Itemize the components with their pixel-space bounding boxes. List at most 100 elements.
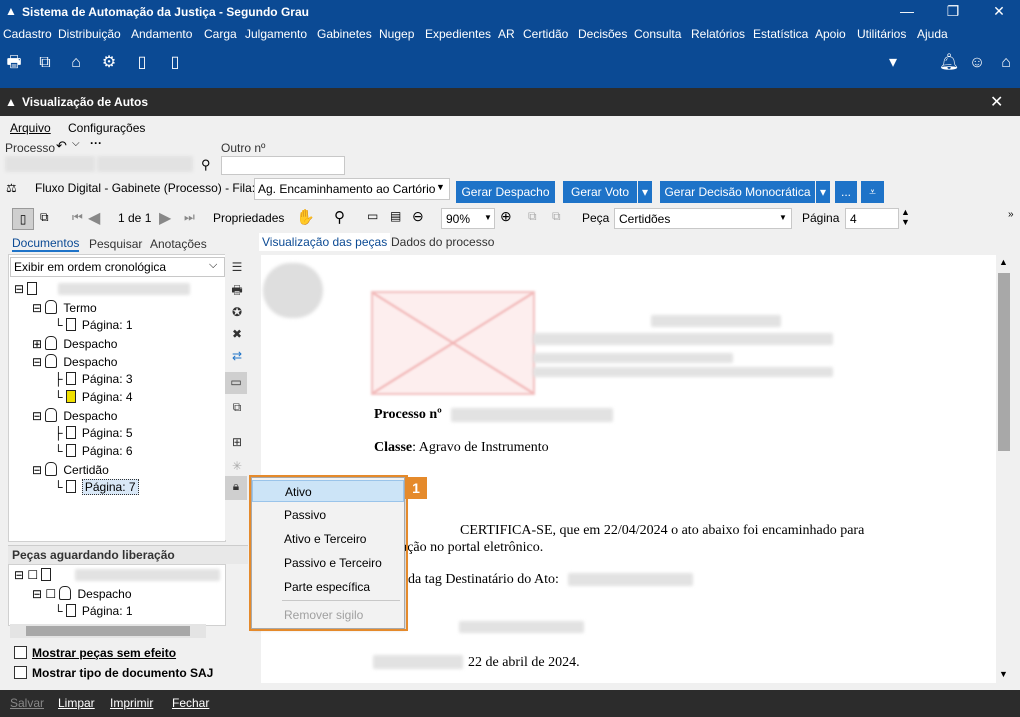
paste-icon[interactable]: ⧉ bbox=[552, 209, 561, 224]
menu-arquivo[interactable]: Arquivo bbox=[10, 121, 51, 135]
order-select[interactable]: Exibir em ordem cronológica ⌵ bbox=[10, 257, 225, 277]
menu-ar[interactable]: AR bbox=[498, 27, 515, 41]
tree-item-p4[interactable]: └ Página: 4 bbox=[54, 390, 133, 404]
pagina-input[interactable]: 4 bbox=[845, 208, 899, 229]
menu-andamento[interactable]: Andamento bbox=[131, 27, 192, 41]
lock-icon[interactable]: 🔒︎ bbox=[225, 476, 247, 500]
menu-apoio[interactable]: Apoio bbox=[815, 27, 846, 41]
checkbox[interactable] bbox=[14, 666, 27, 679]
menu-utilitarios[interactable]: Utilitários bbox=[857, 27, 906, 41]
menu-julgamento[interactable]: Julgamento bbox=[245, 27, 307, 41]
menu-consulta[interactable]: Consulta bbox=[634, 27, 681, 41]
maximize-button[interactable]: ❐ bbox=[930, 0, 976, 24]
tab-dados[interactable]: Dados do processo bbox=[391, 235, 494, 249]
option-tipo-doc[interactable]: Mostrar tipo de documento SAJ bbox=[14, 666, 213, 680]
menu-cadastro[interactable]: Cadastro bbox=[3, 27, 52, 41]
horizontal-scrollbar[interactable] bbox=[10, 624, 206, 638]
tree-view-icon[interactable]: ☰ bbox=[227, 257, 247, 277]
certificate-icon[interactable]: ✪ bbox=[227, 302, 247, 322]
zoom-select[interactable]: 90% ▼ bbox=[441, 208, 495, 229]
document-icon[interactable]: ▯ bbox=[131, 52, 153, 74]
menu-relatorios[interactable]: Relatórios bbox=[691, 27, 745, 41]
undo-icon[interactable]: ↶ bbox=[56, 138, 67, 154]
menu-certidao[interactable]: Certidão bbox=[523, 27, 568, 41]
gerar-decisao-button[interactable]: Gerar Decisão Monocrática bbox=[660, 181, 815, 203]
expand-button[interactable]: ⩡ bbox=[861, 181, 884, 203]
pending-despacho[interactable]: ⊟ ☐ Despacho bbox=[32, 586, 132, 601]
close-button[interactable]: ✕ bbox=[976, 0, 1020, 24]
tab-anotacoes[interactable]: Anotações bbox=[150, 237, 207, 251]
properties-button[interactable]: Propriedades bbox=[213, 211, 284, 225]
checkbox[interactable] bbox=[14, 646, 27, 659]
pagina-stepper[interactable]: ▲ ▼ bbox=[901, 207, 910, 227]
tree-item-termo-p1[interactable]: └ Página: 1 bbox=[54, 318, 133, 332]
menu-nugep[interactable]: Nugep bbox=[379, 27, 414, 41]
menu-expedientes[interactable]: Expedientes bbox=[425, 27, 491, 41]
option-sem-efeito[interactable]: Mostrar peças sem efeito bbox=[14, 646, 176, 660]
copy-icon[interactable]: ⧉ bbox=[528, 209, 537, 224]
imprimir-button[interactable]: Imprimir bbox=[110, 696, 153, 710]
gerar-voto-button[interactable]: Gerar Voto bbox=[563, 181, 637, 203]
scrollbar-thumb[interactable] bbox=[26, 626, 190, 636]
home-icon[interactable]: ⌂ bbox=[995, 52, 1017, 74]
document-r-icon[interactable]: ▯ bbox=[164, 52, 186, 74]
zoom-out-icon[interactable]: ⊖ bbox=[412, 208, 424, 225]
chevron-down-icon[interactable]: ⌵ bbox=[72, 138, 80, 149]
menu-configuracoes[interactable]: Configurações bbox=[68, 121, 145, 135]
first-page-icon[interactable]: ⏮ bbox=[72, 210, 83, 225]
fit-width-icon[interactable]: ▭ bbox=[367, 209, 378, 223]
add-note-icon[interactable]: ⊞ bbox=[227, 432, 247, 452]
next-page-icon[interactable]: ▶ bbox=[159, 208, 171, 228]
menu-ajuda[interactable]: Ajuda bbox=[917, 27, 948, 41]
compare-icon[interactable]: ⇄ bbox=[227, 346, 247, 366]
dropdown-arrow-icon[interactable]: ▾ bbox=[882, 52, 904, 74]
vertical-scrollbar[interactable]: ▲ ▼ bbox=[996, 255, 1012, 683]
tab-pesquisar[interactable]: Pesquisar bbox=[89, 237, 142, 251]
scroll-down-icon[interactable]: ▼ bbox=[999, 669, 1008, 679]
peca-select[interactable]: Certidões ▼ bbox=[614, 208, 792, 229]
fechar-button[interactable]: Fechar bbox=[172, 696, 209, 710]
tree-item-p5[interactable]: ├ Página: 5 bbox=[54, 426, 133, 440]
tab-documentos[interactable]: Documentos bbox=[12, 236, 80, 252]
outro-numero-input[interactable] bbox=[221, 156, 345, 175]
salvar-button[interactable]: Salvar bbox=[10, 696, 44, 710]
page-view-icon[interactable]: ▯ bbox=[12, 208, 34, 230]
scrollbar-thumb[interactable] bbox=[998, 273, 1010, 451]
tree-item-p6[interactable]: └ Página: 6 bbox=[54, 444, 133, 458]
last-page-icon[interactable]: ⏭ bbox=[184, 210, 195, 225]
gerar-voto-dropdown[interactable]: ▾ bbox=[638, 181, 652, 203]
tree-item-despacho-1[interactable]: ⊞ Despacho bbox=[32, 336, 117, 351]
fit-page-icon[interactable]: ▤ bbox=[390, 209, 401, 223]
menu-estatistica[interactable]: Estatística bbox=[753, 27, 808, 41]
delete-cert-icon[interactable]: ✖ bbox=[227, 324, 247, 344]
two-page-icon[interactable]: ⧉ bbox=[40, 210, 49, 225]
scroll-up-icon[interactable]: ▲ bbox=[999, 257, 1008, 267]
tree-item-despacho-2[interactable]: ⊟ Despacho bbox=[32, 354, 117, 369]
printer-icon[interactable]: 🖶 bbox=[3, 52, 25, 74]
hand-tool-icon[interactable]: ✋ bbox=[296, 208, 315, 226]
note-icon[interactable]: ▭ bbox=[225, 372, 247, 394]
tree-item-certidao[interactable]: ⊟ Certidão bbox=[32, 462, 109, 477]
gerar-decisao-dropdown[interactable]: ▾ bbox=[816, 181, 830, 203]
menu-decisoes[interactable]: Decisões bbox=[578, 27, 627, 41]
tab-visualizacao[interactable]: Visualização das peças bbox=[259, 233, 391, 251]
notification-bell-icon[interactable]: 🔔︎ bbox=[938, 52, 960, 74]
tree-item-termo[interactable]: ⊟ Termo bbox=[32, 300, 97, 315]
limpar-button[interactable]: Limpar bbox=[58, 696, 95, 710]
pending-p1[interactable]: └ Página: 1 bbox=[54, 604, 133, 618]
folder-icon[interactable]: ⌂ bbox=[65, 52, 87, 74]
prev-page-icon[interactable]: ◀ bbox=[88, 208, 100, 228]
more-actions-button[interactable]: ... bbox=[835, 181, 857, 203]
processo-number-field-2[interactable] bbox=[97, 156, 193, 172]
zoom-in-icon[interactable]: ⊕ bbox=[500, 208, 512, 225]
hierarchy-icon[interactable]: ⧉ bbox=[34, 52, 56, 74]
menu-gabinetes[interactable]: Gabinetes bbox=[317, 27, 372, 41]
more-icon[interactable]: ··· bbox=[90, 136, 102, 150]
tree-item-p3[interactable]: ├ Página: 3 bbox=[54, 372, 133, 386]
tree-add-icon[interactable]: ⧉ bbox=[227, 397, 247, 417]
pending-root[interactable]: ⊟ ☐ bbox=[14, 568, 57, 582]
menu-distribuicao[interactable]: Distribuição bbox=[58, 27, 121, 41]
tree-root[interactable]: ⊟ bbox=[14, 282, 43, 296]
tree-item-despacho-3[interactable]: ⊟ Despacho bbox=[32, 408, 117, 423]
overflow-icon[interactable]: » bbox=[1008, 209, 1014, 220]
